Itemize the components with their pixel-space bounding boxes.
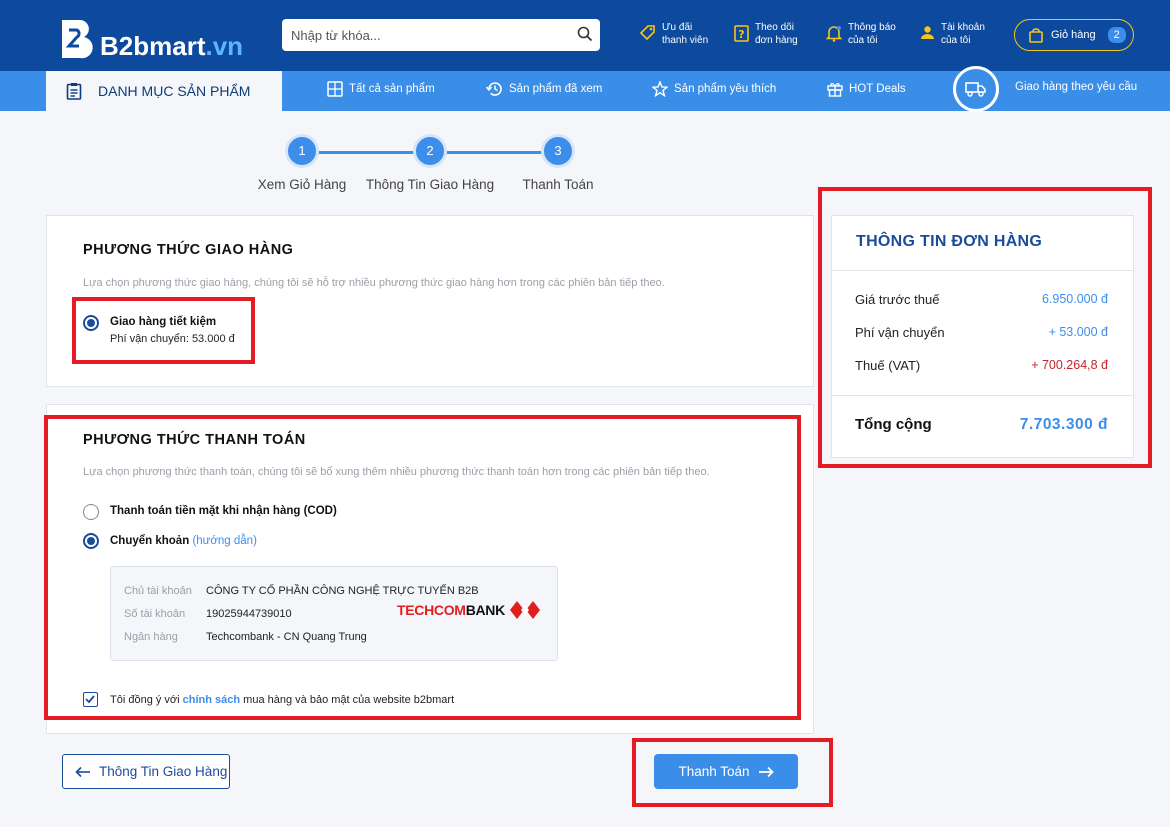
payment-transfer-option[interactable]: Chuyển khoản (hướng dẫn) [110,535,257,547]
shipping-fee-label: Phí vận chuyển [855,325,945,340]
agree-policy-text: Tôi đồng ý với chính sách mua hàng và bả… [110,694,455,706]
arrow-left-icon [75,766,90,777]
bank-account-value: 19025944739010 [206,608,292,620]
b2b-logo-icon [62,20,93,59]
step-2-circle: 2 [413,134,447,168]
user-icon [921,26,934,39]
shipping-economy-label[interactable]: Giao hàng tiết kiệm [110,316,216,328]
payment-description: Lựa chọn phương thức thanh toán, chúng t… [83,466,710,478]
svg-text:?: ? [738,28,744,41]
checkmark-icon [85,695,95,704]
step-3-circle: 3 [541,134,575,168]
arrow-right-icon [758,766,774,777]
star-icon [652,81,668,97]
gift-icon [827,83,843,97]
member-offers-link[interactable]: Ưu đãi thanh viên [640,21,708,47]
truck-icon [965,82,986,97]
grid-plus-icon [327,81,343,97]
shipping-description: Lựa chọn phương thức giao hàng, chúng tô… [83,277,665,289]
step-2-label: Thông Tin Giao Hàng [365,177,495,192]
back-to-shipping-button[interactable]: Thông Tin Giao Hàng [62,754,230,789]
techcombank-logo: TECHCOMBANK [397,600,541,620]
notifications-link[interactable]: Thông báo của tôi [826,21,896,47]
payment-cod-label[interactable]: Thanh toán tiền mặt khi nhận hàng (COD) [110,505,337,517]
payment-transfer-label: Chuyển khoản [110,535,190,547]
cart-button[interactable]: Giỏ hàng 2 [1014,19,1134,51]
nav-all-products[interactable]: Tất cả sản phẩm [327,81,435,97]
policy-link[interactable]: chính sách [183,694,240,706]
vat-label: Thuế (VAT) [855,358,921,373]
question-doc-icon: ? [734,25,749,42]
search-input[interactable] [282,19,562,51]
search-icon[interactable] [577,26,593,42]
cart-label: Giỏ hàng [1051,29,1096,41]
search-box [282,19,600,51]
total-label: Tổng cộng [855,416,932,433]
cart-count-badge: 2 [1107,27,1126,43]
track-order-link[interactable]: ? Theo dõi đơn hàng [734,21,798,47]
summary-divider-top [831,270,1133,271]
summary-divider-bottom [831,395,1133,396]
bank-owner-label: Chủ tài khoản [124,585,192,597]
bank-info-box: Chủ tài khoản CÔNG TY CỔ PHẦN CÔNG NGHỆ … [110,566,558,661]
step-1-label: Xem Giỏ Hàng [257,177,347,192]
nav-favorite-products[interactable]: Sản phẩm yêu thích [652,81,776,97]
subtotal-value: 6.950.000 đ [1041,292,1108,306]
step-1-circle: 1 [285,134,319,168]
bell-icon [826,26,842,42]
order-summary-title: THÔNG TIN ĐƠN HÀNG [856,233,1043,250]
shipping-title: PHƯƠNG THỨC GIAO HÀNG [83,242,294,258]
agree-policy-checkbox[interactable] [83,692,98,707]
total-value: 7.703.300 đ [1019,416,1108,433]
on-demand-delivery-badge[interactable] [953,66,999,112]
history-icon [486,82,502,96]
payment-cod-radio[interactable] [83,504,99,520]
shipping-fee-value: + 53.000 đ [1048,325,1108,339]
shipping-method-card [46,215,814,387]
nav-hot-deals[interactable]: HOT Deals [827,81,906,97]
bank-name-value: Techcombank - CN Quang Trung [206,631,367,643]
shopping-bag-icon [1029,27,1043,43]
nav-viewed-products[interactable]: Sản phẩm đã xem [486,81,602,97]
payment-transfer-radio[interactable] [83,533,99,549]
tag-icon [640,25,655,41]
bank-account-label: Số tài khoản [124,608,186,620]
bank-owner-value: CÔNG TY CỔ PHẦN CÔNG NGHỆ TRỰC TUYẾN B2B [206,585,479,597]
techcombank-diamond-icon [509,601,540,619]
nav-on-demand-delivery[interactable]: Giao hàng theo yêu cầu [1015,81,1137,93]
account-link[interactable]: Tài khoản của tôi [920,21,985,47]
checkout-pay-button[interactable]: Thanh Toán [654,754,798,789]
shipping-economy-radio[interactable] [83,315,99,331]
subtotal-label: Giá trước thuế [855,292,940,307]
category-menu[interactable]: DANH MỤC SẢN PHẨM [46,71,282,111]
step-3-label: Thanh Toán [522,177,594,192]
step-connector-1 [318,151,414,154]
step-connector-2 [446,151,542,154]
transfer-guide-link[interactable]: (hướng dẫn) [192,535,256,547]
category-menu-label: DANH MỤC SẢN PHẨM [98,83,251,99]
payment-title: PHƯƠNG THỨC THANH TOÁN [83,432,306,448]
clipboard-list-icon [66,83,82,100]
site-logo[interactable]: B2bmart.vn [60,18,244,61]
bank-name-label: Ngân hàng [124,631,178,643]
vat-value: + 700.264,8 đ [1031,358,1108,372]
logo-text: B2bmart.vn [100,30,244,61]
shipping-fee-text: Phí vận chuyển: 53.000 đ [110,333,235,345]
